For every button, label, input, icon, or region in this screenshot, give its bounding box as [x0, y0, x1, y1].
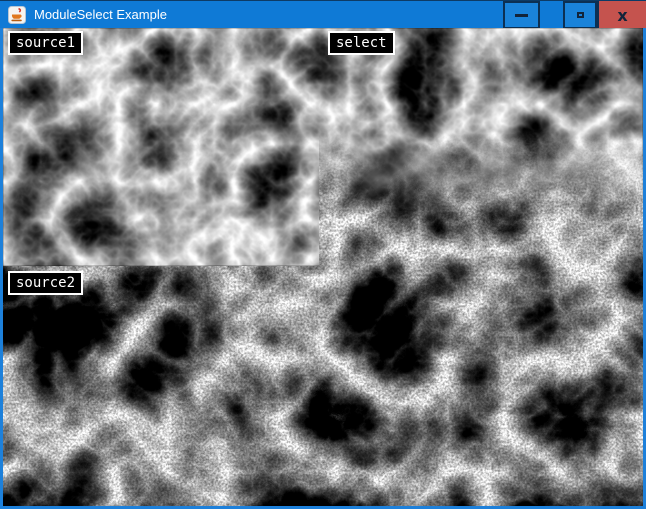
caption-buttons: x	[503, 1, 646, 29]
label-source1: source1	[8, 31, 83, 55]
title-bar[interactable]: ModuleSelect Example x	[0, 0, 646, 28]
saucer	[11, 20, 21, 22]
minimize-icon	[515, 14, 528, 17]
noise-render-canvas	[3, 28, 643, 506]
label-source2: source2	[8, 271, 83, 295]
close-icon: x	[617, 6, 627, 25]
source2-noise-region	[3, 266, 643, 506]
app-window: ModuleSelect Example x	[0, 0, 646, 509]
maximize-button[interactable]	[563, 1, 597, 29]
close-button[interactable]: x	[597, 1, 646, 29]
maximize-icon	[577, 12, 584, 18]
window-title: ModuleSelect Example	[34, 1, 167, 28]
label-select: select	[328, 31, 395, 55]
minimize-button[interactable]	[503, 1, 540, 29]
select-grainy-region	[319, 128, 643, 266]
content-area: source1 select source2	[0, 28, 646, 509]
java-app-icon	[8, 6, 26, 24]
